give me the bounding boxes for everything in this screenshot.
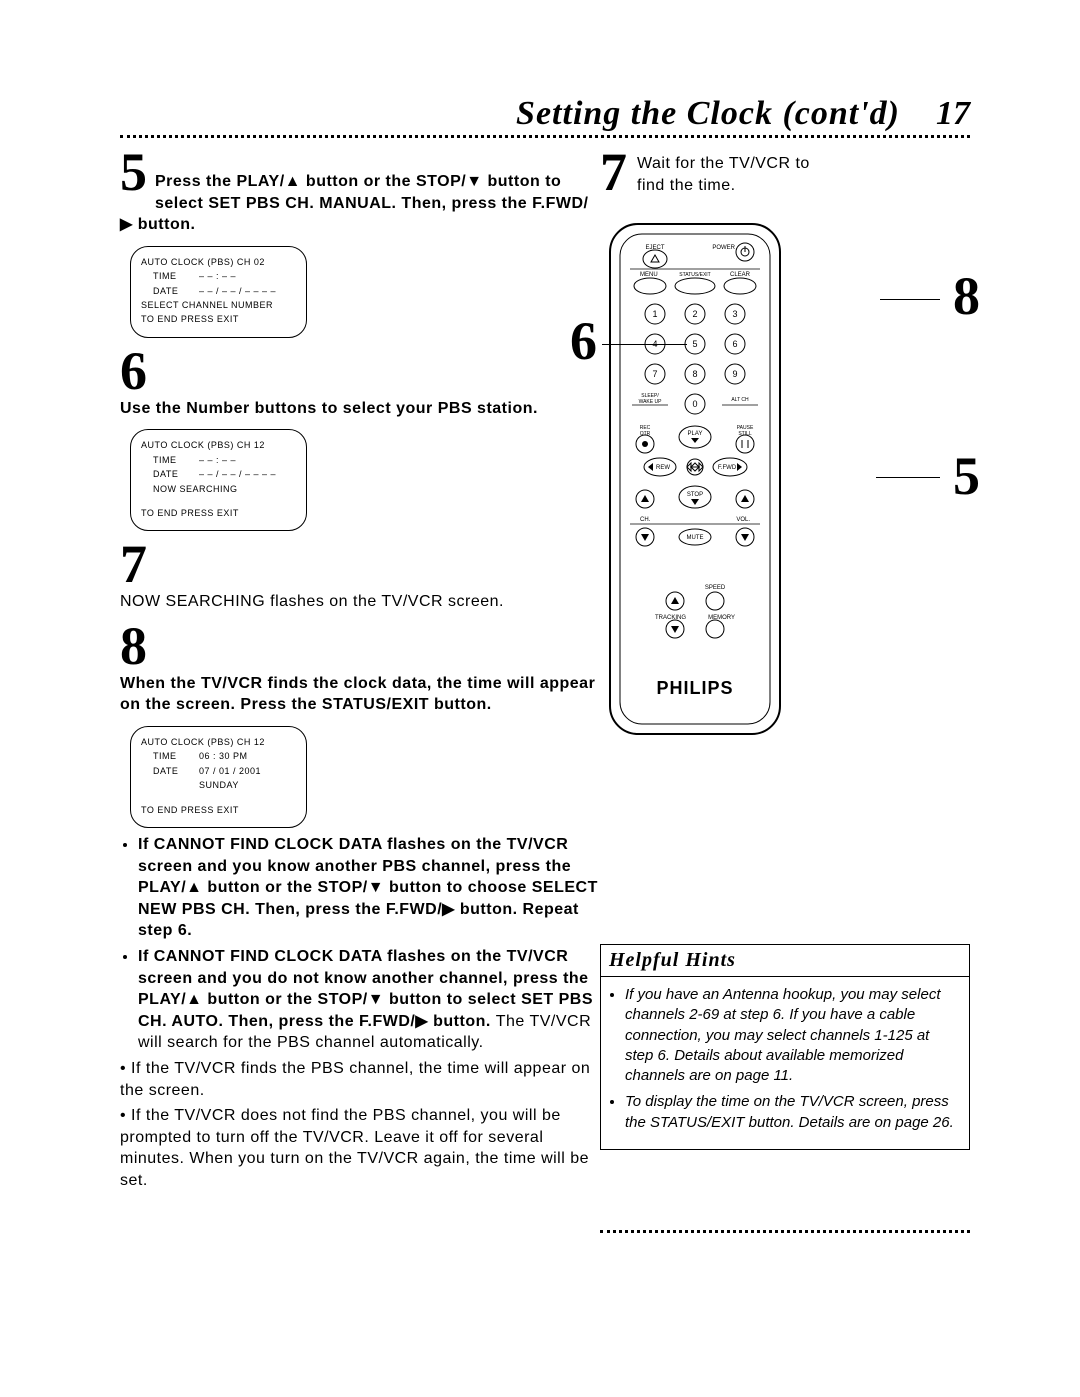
dotted-rule-top [120,135,970,138]
osd8-time-label: TIME [141,749,199,763]
note-3: • If the TV/VCR finds the PBS channel, t… [120,1058,600,1101]
osd5-time-val: – – : – – [199,269,236,283]
hints-body: If you have an Antenna hookup, you may s… [600,977,970,1150]
note-list: If CANNOT FIND CLOCK DATA flashes on the… [120,834,600,1054]
svg-text:MENU: MENU [640,272,658,278]
left-column: 5 Press the PLAY/▲ button or the STOP/▼ … [120,145,600,1192]
callout-8: 8 [953,269,980,323]
step-7: 7 NOW SEARCHING flashes on the TV/VCR sc… [120,537,600,613]
page-number: 17 [936,95,970,133]
osd8-line1: AUTO CLOCK (PBS) CH 12 [141,735,296,749]
svg-text:9: 9 [732,369,737,379]
osd6-line1: AUTO CLOCK (PBS) CH 12 [141,438,296,452]
osd8-time-val: 06 : 30 PM [199,749,248,763]
step-7r-number: 7 [600,145,627,199]
svg-text:2: 2 [692,309,697,319]
step-8-number: 8 [120,619,600,673]
step-8: 8 When the TV/VCR finds the clock data, … [120,619,600,716]
note-1-text: If CANNOT FIND CLOCK DATA flashes on the… [138,836,598,939]
svg-text:7: 7 [652,369,657,379]
osd5-line4: SELECT CHANNEL NUMBER [141,298,296,312]
svg-text:PHILIPS: PHILIPS [656,678,733,698]
note-1: If CANNOT FIND CLOCK DATA flashes on the… [138,834,600,942]
svg-text:F.FWD: F.FWD [718,465,737,471]
svg-text:CLEAR: CLEAR [730,272,751,278]
osd5-date-val: – – / – – / – – – – [199,284,276,298]
svg-text:REW: REW [656,465,670,471]
osd-step8: AUTO CLOCK (PBS) CH 12 TIME06 : 30 PM DA… [130,726,307,828]
osd6-date-val: – – / – – / – – – – [199,467,276,481]
osd5-line1: AUTO CLOCK (PBS) CH 02 [141,255,296,269]
callout-6: 6 [570,314,597,368]
step-7-number: 7 [120,537,600,591]
step-6-text: Use the Number buttons to select your PB… [120,398,600,420]
osd6-line4: NOW SEARCHING [141,482,296,496]
page-title: Setting the Clock (cont'd) [516,95,900,133]
step-5-text: Press the PLAY/▲ button or the STOP/▼ bu… [120,145,600,236]
osd6-date-label: DATE [141,467,199,481]
step-7-right: 7 Wait for the TV/VCR to find the time. [600,145,970,199]
svg-text:WAKE UP: WAKE UP [639,399,663,405]
callout-5: 5 [953,449,980,503]
hint-1: If you have an Antenna hookup, you may s… [625,985,959,1086]
helpful-hints: Helpful Hints If you have an Antenna hoo… [600,944,970,1150]
svg-text:0: 0 [692,399,697,409]
step-8-text: When the TV/VCR finds the clock data, th… [120,673,600,716]
svg-text:POWER: POWER [712,245,735,251]
step-7-text: NOW SEARCHING flashes on the TV/VCR scre… [120,591,600,613]
remote-svg: EJECT POWER MENU STATUS/EXIT CLEAR 1 2 3… [600,219,790,739]
svg-text:SPEED: SPEED [705,585,726,591]
note-2-rest: . Then, press the F.FWD/▶ button. [218,1013,495,1030]
osd5-date-label: DATE [141,284,199,298]
svg-text:8: 8 [692,369,697,379]
svg-text:MUTE: MUTE [687,535,704,541]
remote-diagram: 6 8 5 EJECT POWER MENU STATUS/EXIT CLEAR [600,209,970,744]
osd8-line5: TO END PRESS EXIT [141,803,296,817]
right-column: 7 Wait for the TV/VCR to find the time. … [600,145,970,1150]
callout-6-line [602,344,687,345]
hint-2: To display the time on the TV/VCR screen… [625,1092,959,1133]
step-5-number: 5 [120,145,147,199]
step-5: 5 Press the PLAY/▲ button or the STOP/▼ … [120,145,600,236]
osd6-time-val: – – : – – [199,453,236,467]
callout-5-line [876,477,940,478]
svg-text:1: 1 [652,309,657,319]
osd6-time-label: TIME [141,453,199,467]
osd8-date-label: DATE [141,764,199,778]
step-7r-text: Wait for the TV/VCR to find the time. [637,145,837,196]
svg-text:CH.: CH. [640,517,651,523]
svg-text:5: 5 [692,339,697,349]
svg-text:STATUS/EXIT: STATUS/EXIT [679,272,710,278]
osd8-day: SUNDAY [141,778,296,792]
osd6-line5: TO END PRESS EXIT [141,506,296,520]
svg-text:TRACKING: TRACKING [655,615,686,621]
hints-header: Helpful Hints [600,944,970,977]
osd5-line5: TO END PRESS EXIT [141,312,296,326]
callout-8-line [880,299,940,300]
osd8-date-val: 07 / 01 / 2001 [199,764,261,778]
svg-text:6: 6 [732,339,737,349]
svg-text:PLAY: PLAY [688,431,703,437]
note-4: • If the TV/VCR does not find the PBS ch… [120,1105,600,1191]
svg-text:3: 3 [732,309,737,319]
dotted-rule-bottom [600,1230,970,1233]
osd-step6: AUTO CLOCK (PBS) CH 12 TIME– – : – – DAT… [130,429,307,531]
svg-text:VOL.: VOL. [736,517,750,523]
note-2: If CANNOT FIND CLOCK DATA flashes on the… [138,946,600,1054]
svg-text:ALT CH: ALT CH [731,397,749,403]
svg-text:STOP: STOP [687,492,703,498]
osd-step5: AUTO CLOCK (PBS) CH 02 TIME– – : – – DAT… [130,246,307,338]
manual-page: Setting the Clock (cont'd) 17 5 Press th… [0,0,1080,1397]
step-6: 6 Use the Number buttons to select your … [120,344,600,420]
step-6-number: 6 [120,344,600,398]
osd5-time-label: TIME [141,269,199,283]
